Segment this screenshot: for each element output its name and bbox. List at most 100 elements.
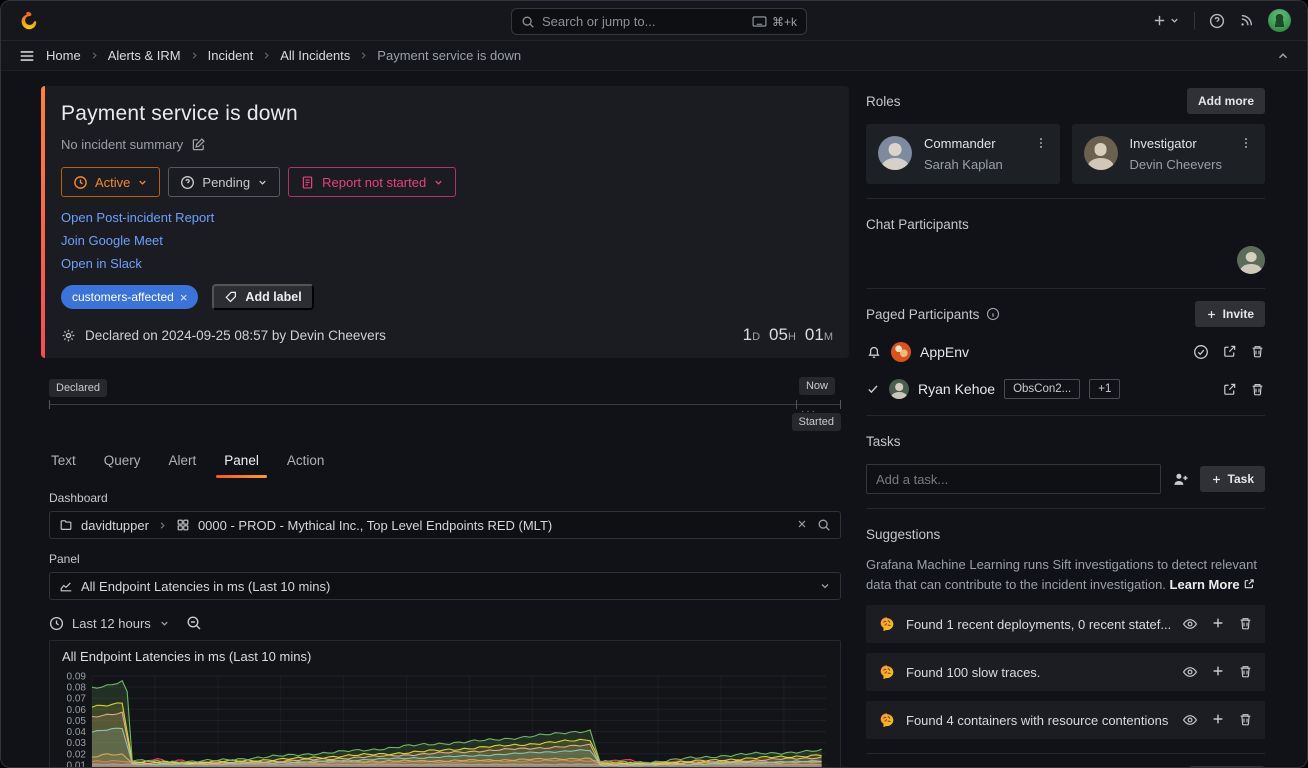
breadcrumb: HomeAlerts & IRMIncidentAll IncidentsPay… — [46, 48, 521, 63]
question-circle-icon — [180, 175, 195, 190]
chart-line-icon — [59, 579, 73, 593]
role-person-name: Devin Cheevers — [1130, 157, 1254, 172]
svg-text:0.04: 0.04 — [67, 727, 87, 738]
dashboard-picker[interactable]: davidtupper 0000 - PROD - Mythical Inc.,… — [49, 511, 841, 539]
external-link-icon[interactable] — [1222, 344, 1237, 360]
time-controls: Last 12 hours — [49, 615, 841, 631]
news-rss-icon[interactable] — [1239, 13, 1254, 28]
trash-icon[interactable] — [1238, 712, 1253, 728]
new-menu-button[interactable] — [1152, 13, 1180, 28]
dashboard-field-label: Dashboard — [49, 491, 841, 505]
tag-icon — [224, 290, 238, 304]
add-task-input[interactable] — [866, 464, 1161, 494]
breadcrumb-item[interactable]: Incident — [208, 48, 254, 63]
dashboard-name[interactable]: 0000 - PROD - Mythical Inc., Top Level E… — [198, 518, 552, 533]
mega-menu-toggle[interactable] — [18, 47, 36, 65]
timeline-now-badge[interactable]: Now — [799, 377, 835, 395]
clear-dashboard-icon[interactable] — [796, 518, 808, 532]
zoom-out-icon[interactable] — [186, 615, 202, 631]
tab-text[interactable]: Text — [49, 446, 78, 478]
sift-brain-icon — [878, 711, 896, 729]
add-more-roles-button[interactable]: Add more — [1187, 88, 1265, 114]
external-link-icon[interactable] — [1222, 382, 1237, 397]
breadcrumb-item[interactable]: Alerts & IRM — [108, 48, 181, 63]
chevron-down-icon — [159, 618, 170, 629]
role-menu-icon[interactable] — [1034, 136, 1048, 151]
tab-alert[interactable]: Alert — [167, 446, 199, 478]
collapse-header-icon[interactable] — [1276, 49, 1290, 63]
search-dashboard-icon[interactable] — [817, 518, 831, 532]
incident-link[interactable]: Join Google Meet — [61, 233, 163, 248]
suggestions-section: Suggestions Grafana Machine Learning run… — [866, 509, 1265, 753]
participant-badge[interactable]: ObsCon2... — [1004, 379, 1080, 399]
tab-panel[interactable]: Panel — [222, 446, 261, 478]
suggestion-row[interactable]: Found 4 containers with resource content… — [866, 701, 1265, 739]
status-button-pending[interactable]: Pending — [168, 167, 280, 197]
plus-icon[interactable] — [1211, 616, 1225, 632]
assign-person-icon[interactable] — [1172, 471, 1189, 488]
grafana-logo-icon[interactable] — [17, 10, 39, 32]
trash-icon[interactable] — [1238, 616, 1253, 632]
remove-label-icon[interactable]: × — [180, 290, 188, 305]
breadcrumb-item[interactable]: Home — [46, 48, 81, 63]
participant-avatar — [889, 379, 909, 399]
edit-summary-icon[interactable] — [191, 137, 206, 152]
incident-card: Payment service is down No incident summ… — [41, 86, 849, 358]
user-avatar[interactable] — [1268, 9, 1291, 32]
incident-tabs: Text Query Alert Panel Action — [41, 446, 849, 478]
top-bar: Search or jump to... ⌘+k — [1, 1, 1307, 41]
timeline-started-badge[interactable]: Started — [792, 413, 841, 431]
role-menu-icon[interactable] — [1239, 136, 1253, 151]
paged-participant-row: AppEnv — [866, 340, 1265, 364]
role-avatar — [878, 136, 912, 170]
search-input[interactable]: Search or jump to... ⌘+k — [511, 8, 807, 35]
help-icon[interactable] — [1209, 13, 1225, 29]
check-circle-icon[interactable] — [1193, 344, 1209, 360]
status-buttons: Active Pending Report not started — [61, 167, 833, 197]
incident-label-pill[interactable]: customers-affected× — [61, 285, 198, 309]
chevron-down-icon — [257, 177, 268, 188]
tab-query[interactable]: Query — [102, 446, 143, 478]
incident-main-column: Payment service is down No incident summ… — [41, 86, 849, 768]
breadcrumb-item[interactable]: All Incidents — [280, 48, 350, 63]
chevron-down-icon[interactable] — [819, 580, 831, 592]
folder-icon — [59, 518, 73, 532]
panel-field-label: Panel — [49, 552, 841, 566]
chevron-right-icon — [358, 50, 369, 61]
dashboard-folder[interactable]: davidtupper — [81, 518, 149, 533]
role-card-investigator: Investigator Devin Cheevers — [1072, 124, 1266, 184]
add-label-button[interactable]: Add label — [212, 284, 313, 310]
roles-section: Roles Add more Commander Sarah Kaplan In… — [866, 86, 1265, 199]
latency-chart[interactable]: 00.010.020.030.040.050.060.070.080.0902:… — [50, 668, 836, 768]
declared-text: Declared on 2024-09-25 08:57 by Devin Ch… — [85, 328, 386, 343]
svg-text:0.08: 0.08 — [67, 683, 87, 694]
panel-picker[interactable]: All Endpoint Latencies in ms (Last 10 mi… — [49, 572, 841, 600]
add-task-button[interactable]: Task — [1200, 466, 1265, 492]
eye-icon[interactable] — [1182, 616, 1198, 632]
invite-button[interactable]: Invite — [1195, 301, 1265, 327]
status-button-report-not-started[interactable]: Report not started — [288, 167, 456, 197]
suggestion-row[interactable]: Found 100 slow traces. — [866, 653, 1265, 691]
learn-more-link[interactable]: Learn More — [1170, 577, 1256, 592]
chat-participant-avatar[interactable] — [1237, 246, 1265, 274]
info-icon[interactable] — [986, 307, 1000, 321]
status-button-active[interactable]: Active — [61, 167, 160, 197]
eye-icon[interactable] — [1182, 712, 1198, 728]
trash-icon[interactable] — [1250, 382, 1265, 397]
timeline-declared-badge[interactable]: Declared — [49, 379, 107, 397]
plus-icon[interactable] — [1211, 664, 1225, 680]
panel-name[interactable]: All Endpoint Latencies in ms (Last 10 mi… — [81, 579, 330, 594]
plus-icon[interactable] — [1211, 712, 1225, 728]
incident-link[interactable]: Open Post-incident Report — [61, 210, 214, 225]
toolbar-divider — [1194, 12, 1195, 30]
trash-icon[interactable] — [1250, 344, 1265, 360]
tab-action[interactable]: Action — [285, 446, 327, 478]
clock-icon — [73, 175, 88, 190]
time-range-picker[interactable]: Last 12 hours — [49, 616, 170, 631]
trash-icon[interactable] — [1238, 664, 1253, 680]
participant-name: Ryan Kehoe — [918, 381, 995, 397]
suggestion-row[interactable]: Found 1 recent deployments, 0 recent sta… — [866, 605, 1265, 643]
eye-icon[interactable] — [1182, 664, 1198, 680]
participant-badge[interactable]: +1 — [1089, 379, 1120, 399]
incident-link[interactable]: Open in Slack — [61, 256, 142, 271]
